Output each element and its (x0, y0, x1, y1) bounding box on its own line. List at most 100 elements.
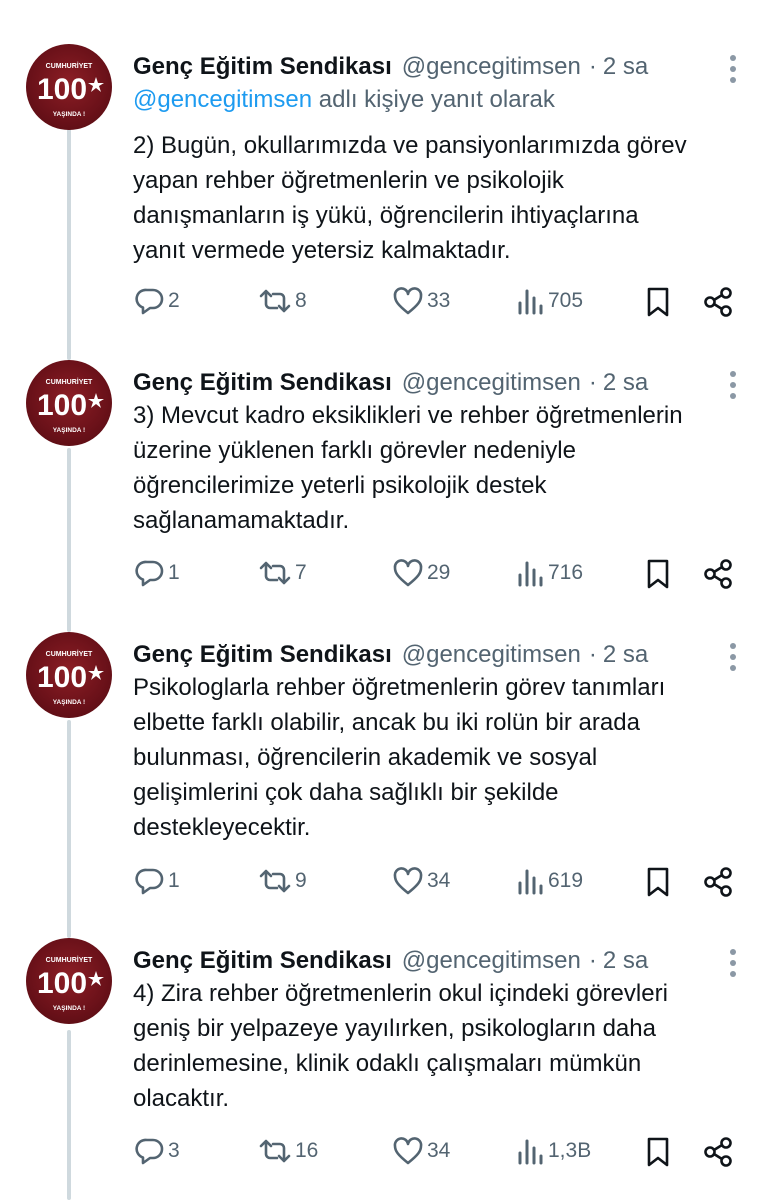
reply-button[interactable]: 3 (135, 1136, 180, 1166)
avatar[interactable]: CUMHURİYET 100 YAŞINDA ! (26, 938, 112, 1024)
author-handle[interactable]: @gencegitimsen (402, 53, 581, 81)
views-icon (518, 289, 543, 315)
like-button[interactable]: 29 (392, 558, 450, 588)
more-button[interactable] (724, 368, 742, 402)
star-icon (88, 77, 104, 92)
reply-count: 1 (168, 561, 180, 584)
author-name[interactable]: Genç Eğitim Sendikası (133, 369, 392, 397)
avatar-top-text: CUMHURİYET (46, 378, 93, 386)
reply-icon (135, 288, 164, 315)
separator-dot: · (588, 53, 597, 80)
repost-icon (259, 561, 291, 585)
like-icon (393, 1137, 423, 1165)
bookmark-button[interactable] (645, 286, 671, 318)
author-name[interactable]: Genç Eğitim Sendikası (133, 641, 392, 669)
bookmark-button[interactable] (645, 558, 671, 590)
like-button[interactable]: 33 (392, 286, 450, 316)
share-button[interactable] (702, 1136, 734, 1168)
bookmark-icon (647, 1137, 669, 1167)
avatar-number: 100 (37, 661, 87, 694)
reply-context: @gencegitimsen adlı kişiye yanıt olarak (133, 86, 555, 114)
share-button[interactable] (702, 558, 734, 590)
thread-line (67, 104, 71, 360)
share-icon (704, 559, 732, 589)
like-count: 34 (427, 869, 451, 892)
avatar-bottom-text: YAŞINDA ! (53, 699, 85, 706)
star-icon (88, 393, 104, 408)
reply-button[interactable]: 1 (135, 558, 180, 588)
reply-icon (135, 1138, 164, 1165)
share-icon (704, 287, 732, 317)
more-icon (730, 371, 736, 399)
avatar-top-text: CUMHURİYET (46, 956, 93, 964)
like-count: 34 (427, 1139, 451, 1162)
reply-icon (135, 868, 164, 895)
views-button[interactable]: 716 (515, 558, 583, 588)
views-icon (518, 869, 543, 895)
separator-dot: · (588, 641, 597, 668)
repost-button[interactable]: 7 (258, 558, 307, 588)
share-button[interactable] (702, 866, 734, 898)
avatar-top-text: CUMHURİYET (46, 62, 93, 70)
timestamp[interactable]: 2 sa (603, 947, 648, 975)
views-button[interactable]: 619 (515, 866, 583, 896)
more-button[interactable] (724, 52, 742, 86)
views-count: 716 (548, 561, 584, 584)
like-button[interactable]: 34 (392, 1136, 450, 1166)
bookmark-button[interactable] (645, 866, 671, 898)
views-icon (518, 561, 543, 587)
like-button[interactable]: 34 (392, 866, 450, 896)
reply-button[interactable]: 2 (135, 286, 180, 316)
repost-count: 9 (295, 869, 307, 892)
repost-count: 8 (295, 289, 307, 312)
tweet-text: 4) Zira rehber öğretmenlerin okul içinde… (133, 980, 668, 1112)
repost-button[interactable]: 8 (258, 286, 307, 316)
views-button[interactable]: 1,3B (515, 1136, 591, 1166)
like-icon (393, 287, 423, 315)
author-handle[interactable]: @gencegitimsen (402, 947, 581, 975)
reply-count: 2 (168, 289, 180, 312)
tweet-header: Genç Eğitim Sendikası @gencegitimsen · 2… (133, 366, 648, 400)
avatar[interactable]: CUMHURİYET 100 YAŞINDA ! (26, 44, 112, 130)
like-count: 33 (427, 289, 451, 312)
share-button[interactable] (702, 286, 734, 318)
reply-icon (135, 560, 164, 587)
author-name[interactable]: Genç Eğitim Sendikası (133, 947, 392, 975)
author-handle[interactable]: @gencegitimsen (402, 369, 581, 397)
author-name[interactable]: Genç Eğitim Sendikası (133, 53, 392, 81)
bookmark-icon (647, 287, 669, 317)
reply-count: 3 (168, 1139, 180, 1162)
tweet-header: Genç Eğitim Sendikası @gencegitimsen · 2… (133, 638, 648, 672)
avatar-bottom-text: YAŞINDA ! (53, 1005, 85, 1012)
bookmark-button[interactable] (645, 1136, 671, 1168)
more-button[interactable] (724, 946, 742, 980)
timestamp[interactable]: 2 sa (603, 641, 648, 669)
bookmark-icon (647, 867, 669, 897)
more-button[interactable] (724, 640, 742, 674)
repost-count: 16 (295, 1139, 319, 1162)
thread-line (67, 720, 71, 938)
like-icon (393, 559, 423, 587)
tweet-header: Genç Eğitim Sendikası @gencegitimsen · 2… (133, 50, 648, 84)
separator-dot: · (588, 369, 597, 396)
reply-context-text: adlı kişiye yanıt olarak (312, 86, 555, 113)
views-count: 619 (548, 869, 584, 892)
tweet-header: Genç Eğitim Sendikası @gencegitimsen · 2… (133, 944, 648, 978)
views-button[interactable]: 705 (515, 286, 583, 316)
author-handle[interactable]: @gencegitimsen (402, 641, 581, 669)
timestamp[interactable]: 2 sa (603, 53, 648, 81)
reply-mention-link[interactable]: @gencegitimsen (133, 86, 312, 113)
repost-icon (259, 869, 291, 893)
bookmark-icon (647, 559, 669, 589)
repost-button[interactable]: 9 (258, 866, 307, 896)
tweet-text: 2) Bugün, okullarımızda ve pansiyonlarım… (133, 132, 687, 264)
repost-icon (259, 1139, 291, 1163)
views-count: 705 (548, 289, 584, 312)
reply-button[interactable]: 1 (135, 866, 180, 896)
avatar-number: 100 (37, 967, 87, 1000)
avatar[interactable]: CUMHURİYET 100 YAŞINDA ! (26, 632, 112, 718)
repost-button[interactable]: 16 (258, 1136, 318, 1166)
timestamp[interactable]: 2 sa (603, 369, 648, 397)
avatar[interactable]: CUMHURİYET 100 YAŞINDA ! (26, 360, 112, 446)
share-icon (704, 1137, 732, 1167)
